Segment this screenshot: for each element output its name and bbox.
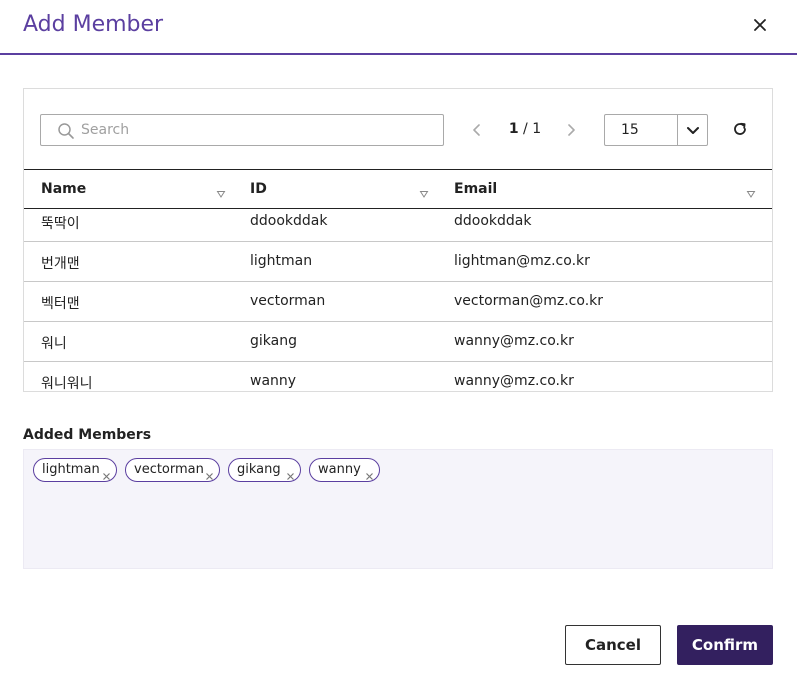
member-table: Name ID Email 뚝딱이 ddookddak ddookddak 번개… bbox=[24, 169, 772, 391]
dialog-title: Add Member bbox=[23, 12, 164, 37]
page-size-select[interactable]: 15 bbox=[604, 114, 708, 146]
confirm-button[interactable]: Confirm bbox=[677, 625, 773, 665]
tag-label: lightman bbox=[42, 462, 100, 477]
added-members-label: Added Members bbox=[23, 427, 152, 443]
cell-name: 워니 bbox=[41, 336, 67, 352]
member-tag: lightman bbox=[33, 458, 117, 482]
page-size-value: 15 bbox=[621, 122, 639, 138]
page-separator: / bbox=[518, 121, 533, 137]
tag-label: wanny bbox=[318, 462, 361, 477]
cell-email: lightman@mz.co.kr bbox=[454, 253, 590, 269]
total-pages: 1 bbox=[532, 121, 542, 137]
column-header-id[interactable]: ID bbox=[250, 181, 267, 197]
table-row[interactable]: 벡터맨 vectorman vectorman@mz.co.kr bbox=[24, 282, 772, 322]
chevron-right-icon[interactable] bbox=[561, 120, 581, 140]
table-row[interactable]: 워니워니 wanny wanny@mz.co.kr bbox=[24, 362, 772, 391]
cancel-button[interactable]: Cancel bbox=[565, 625, 661, 665]
table-body: 뚝딱이 ddookddak ddookddak 번개맨 lightman lig… bbox=[24, 202, 772, 391]
member-tag: gikang bbox=[228, 458, 301, 482]
sort-triangle-icon[interactable] bbox=[746, 184, 756, 198]
cell-id: gikang bbox=[250, 333, 297, 349]
cell-id: lightman bbox=[250, 253, 313, 269]
dialog-header: Add Member bbox=[0, 0, 797, 55]
column-header-email[interactable]: Email bbox=[454, 181, 497, 197]
cell-name: 번개맨 bbox=[41, 256, 80, 272]
cell-id: wanny bbox=[250, 373, 297, 389]
close-icon[interactable] bbox=[286, 466, 295, 480]
tag-label: vectorman bbox=[134, 462, 204, 477]
table-header: Name ID Email bbox=[24, 169, 772, 209]
sort-triangle-icon[interactable] bbox=[419, 184, 429, 198]
sort-triangle-icon[interactable] bbox=[216, 184, 226, 198]
search-icon bbox=[57, 122, 75, 140]
added-members-box: lightman vectorman gikang wanny bbox=[23, 449, 773, 569]
member-tag: wanny bbox=[309, 458, 380, 482]
cell-id: vectorman bbox=[250, 293, 326, 309]
close-icon[interactable] bbox=[205, 466, 214, 480]
cell-name: 뚝딱이 bbox=[41, 216, 80, 232]
current-page: 1 bbox=[508, 121, 519, 137]
chevron-left-icon[interactable] bbox=[467, 120, 487, 140]
cell-email: ddookddak bbox=[454, 213, 532, 229]
close-icon[interactable] bbox=[749, 14, 771, 36]
chevron-down-icon[interactable] bbox=[684, 121, 702, 139]
close-icon[interactable] bbox=[102, 466, 111, 480]
close-icon[interactable] bbox=[365, 466, 374, 480]
search-box bbox=[40, 114, 444, 146]
cell-name: 벡터맨 bbox=[41, 296, 80, 312]
cell-email: vectorman@mz.co.kr bbox=[454, 293, 604, 309]
cell-email: wanny@mz.co.kr bbox=[454, 333, 574, 349]
cell-name: 워니워니 bbox=[41, 376, 93, 391]
cell-email: wanny@mz.co.kr bbox=[454, 373, 574, 389]
cell-id: ddookddak bbox=[250, 213, 328, 229]
table-row[interactable]: 워니 gikang wanny@mz.co.kr bbox=[24, 322, 772, 362]
member-tag: vectorman bbox=[125, 458, 220, 482]
search-input[interactable] bbox=[81, 119, 431, 141]
select-divider bbox=[677, 115, 678, 145]
column-header-name[interactable]: Name bbox=[41, 181, 86, 197]
tag-label: gikang bbox=[237, 462, 281, 477]
refresh-icon[interactable] bbox=[730, 119, 750, 139]
table-row[interactable]: 번개맨 lightman lightman@mz.co.kr bbox=[24, 242, 772, 282]
member-search-panel: 1 / 1 15 Name ID Email 뚝딱이 ddookddak ddo… bbox=[23, 88, 773, 392]
pagination-indicator: 1 / 1 bbox=[500, 121, 550, 137]
